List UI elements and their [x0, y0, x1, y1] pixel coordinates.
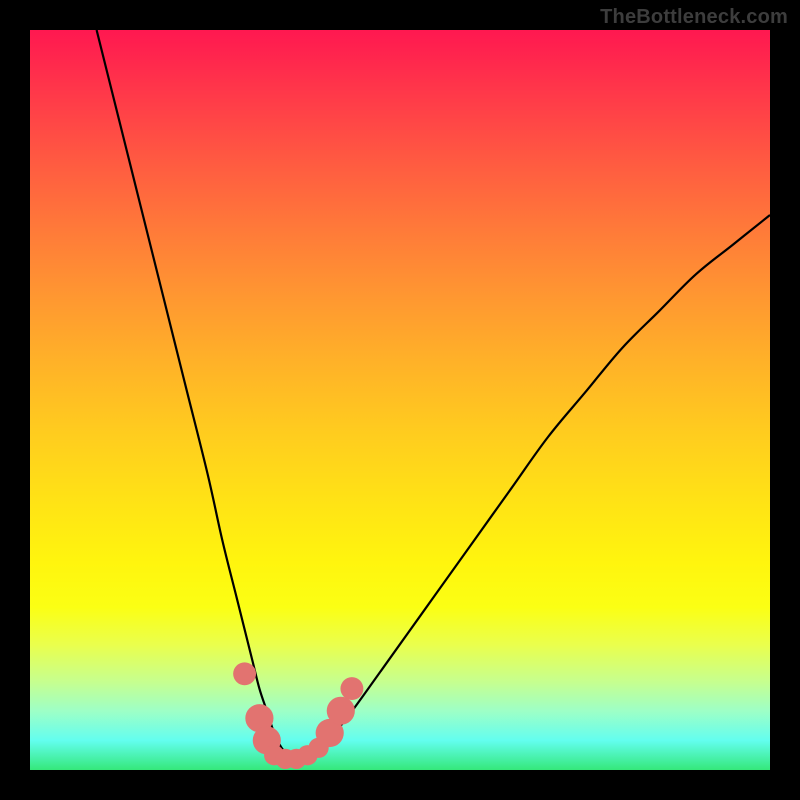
marker-group: [233, 662, 363, 769]
chart-plot-area: [30, 30, 770, 770]
chart-frame: TheBottleneck.com: [0, 0, 800, 800]
data-marker: [233, 662, 256, 685]
watermark-text: TheBottleneck.com: [600, 6, 788, 29]
curve-path: [97, 30, 770, 756]
curve-path-group: [97, 30, 770, 756]
data-marker: [340, 677, 363, 700]
data-marker: [327, 697, 355, 725]
chart-svg-layer: [30, 30, 770, 770]
